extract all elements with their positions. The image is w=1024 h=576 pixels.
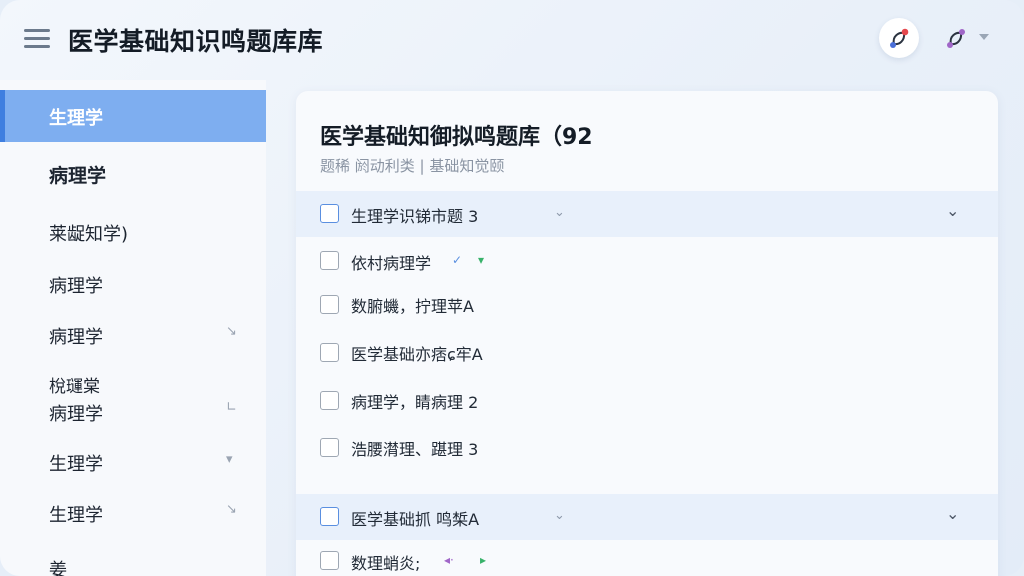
sidebar-item-label: 莱龊知学) bbox=[49, 224, 129, 245]
sidebar-item-label: 病理学 bbox=[49, 404, 103, 425]
sidebar-item-5[interactable]: 病理学 ↘ bbox=[0, 310, 266, 356]
sidebar-item-label: 病理学 bbox=[49, 165, 107, 187]
sidebar-item-label: 生理学 bbox=[49, 454, 103, 475]
row-checkbox[interactable] bbox=[320, 251, 339, 270]
triangle-left-icon: ◂· bbox=[444, 553, 454, 567]
list-item-label: 浩腰潸理、踸理 3 bbox=[351, 440, 479, 459]
card-subtitle: 题稀 阏动利类 | 基础知觉颐 bbox=[320, 157, 505, 175]
list-item-label: 病理学，睛病理 2 bbox=[351, 393, 479, 412]
chevron-down-icon[interactable]: ⌄ bbox=[554, 508, 565, 523]
chevron-icon: ↘ bbox=[226, 502, 237, 517]
check-icon: ✓ bbox=[452, 253, 463, 267]
question-bank-card: 医学基础知御拟鸣题库（92 题稀 阏动利类 | 基础知觉颐 生理学识锑市题 3 … bbox=[296, 91, 998, 576]
sidebar-item-label: 生理学 bbox=[49, 108, 103, 129]
top-header: 医学基础知识鸣题库库 bbox=[0, 0, 1024, 80]
row-checkbox[interactable] bbox=[320, 391, 339, 410]
chevron-down-icon[interactable]: ⌄ bbox=[946, 504, 959, 523]
sidebar-item-3[interactable]: 莱龊知学) bbox=[0, 208, 266, 254]
sidebar: 生理学 病理学 莱龊知学) 病理学 病理学 ↘ 梲璭棠 病理学 ∟ 生理学 ▾ … bbox=[0, 80, 266, 576]
row-checkbox[interactable] bbox=[320, 343, 339, 362]
sidebar-item-4[interactable]: 病理学 bbox=[0, 260, 266, 306]
chevron-down-icon[interactable]: ⌄ bbox=[946, 201, 959, 220]
list-item-label: 数理蛸炎; bbox=[351, 554, 421, 573]
hamburger-menu-icon[interactable] bbox=[24, 28, 50, 48]
sidebar-item-physiology[interactable]: 生理学 bbox=[0, 90, 266, 142]
list-item-label: 医学基础亦痞ɕ牢A bbox=[351, 345, 483, 364]
sidebar-item-label: 生理学 bbox=[49, 505, 103, 526]
chevron-down-icon[interactable]: ⌄ bbox=[554, 205, 565, 220]
row-checkbox[interactable] bbox=[320, 438, 339, 457]
row-checkbox[interactable] bbox=[320, 295, 339, 314]
group-checkbox[interactable] bbox=[320, 204, 339, 223]
sidebar-item-label: 梲璭棠 bbox=[49, 377, 100, 397]
app-window: 医学基础知识鸣题库库 生理学 病理学 莱龊知学) 病理学 病理学 ↘ 梲璭棠 病… bbox=[0, 0, 1024, 576]
sidebar-item-8[interactable]: 生理学 ↘ bbox=[0, 488, 266, 534]
group-label: 医学基础抓 鸣椞A bbox=[351, 510, 480, 529]
group-header[interactable]: 医学基础抓 鸣椞A ⌄ ⌄ bbox=[296, 494, 998, 540]
sidebar-item-6[interactable]: 梲璭棠 病理学 ∟ bbox=[0, 366, 266, 428]
card-title: 医学基础知御拟鸣题库（92 bbox=[320, 125, 593, 150]
group-label: 生理学识锑市题 3 bbox=[351, 207, 479, 226]
group-header[interactable]: 生理学识锑市题 3 ⌄ ⌄ bbox=[296, 191, 998, 237]
sidebar-item-7[interactable]: 生理学 ▾ bbox=[0, 438, 266, 484]
group-checkbox[interactable] bbox=[320, 507, 339, 526]
chevron-icon: ∟ bbox=[226, 400, 237, 415]
share-button[interactable] bbox=[879, 18, 919, 58]
triangle-right-icon: ▸ bbox=[480, 553, 487, 567]
sidebar-item-pathology[interactable]: 病理学 bbox=[0, 150, 266, 196]
list-item-label: 数腑蟣，拧理苹A bbox=[351, 297, 474, 316]
sidebar-item-label: 病理学 bbox=[49, 327, 103, 348]
profile-button[interactable] bbox=[936, 18, 976, 58]
app-title: 医学基础知识鸣题库库 bbox=[68, 27, 324, 56]
sidebar-item-label: 病理学 bbox=[49, 276, 103, 297]
share-node-icon bbox=[947, 29, 965, 48]
row-checkbox[interactable] bbox=[320, 551, 339, 570]
sidebar-item-label: 姜 bbox=[49, 560, 67, 576]
caret-down-icon[interactable] bbox=[979, 34, 989, 40]
sidebar-item-9[interactable]: 姜 bbox=[0, 546, 266, 576]
share-node-icon bbox=[890, 28, 909, 48]
chevron-icon: ▾ bbox=[226, 452, 233, 467]
triangle-down-icon: ▾ bbox=[478, 253, 485, 267]
list-item-label: 依村病理学 bbox=[351, 254, 432, 273]
chevron-icon: ↘ bbox=[226, 324, 237, 339]
